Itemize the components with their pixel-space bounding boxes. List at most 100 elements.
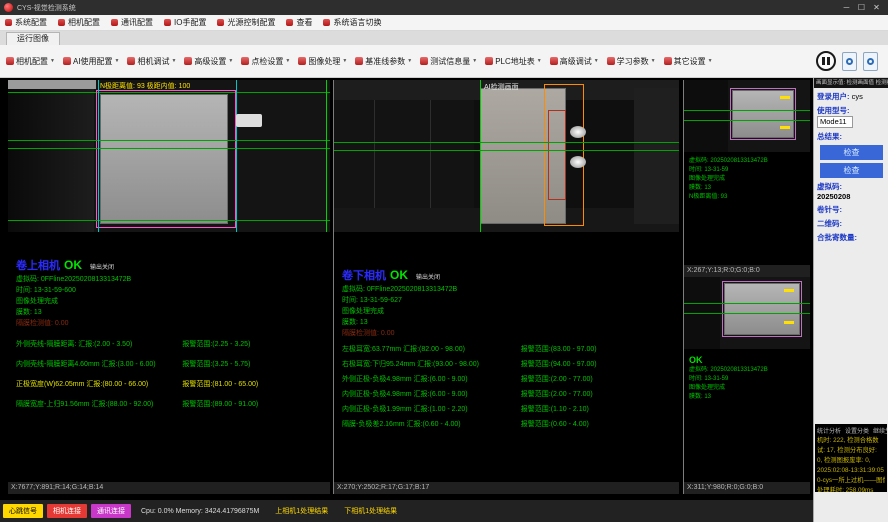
menu-item-io-config[interactable]: IO手配置 [164, 17, 206, 28]
measure-row: 内侧壳线-隔膜距离4.60mm 汇报:(3.00 - 6.00)报警范围:(3.… [16, 359, 324, 369]
chevron-down-icon: ▼ [708, 58, 713, 64]
stats-tab-continue[interactable]: 继续生产 [873, 426, 887, 435]
info-line: 图像处理完成 [689, 384, 808, 393]
guide-line-vertical [326, 80, 327, 232]
login-user-row: 登录用户: cys [814, 88, 888, 102]
close-button[interactable]: ✕ [869, 0, 884, 15]
tool-image-process[interactable]: 图像处理▼ [298, 56, 347, 67]
batch-count-row: 合批寄数量: [814, 229, 888, 243]
camera-image-small-top[interactable] [684, 80, 810, 152]
machine-bright-band [8, 80, 96, 89]
tool-ai-config[interactable]: AI使用配置▼ [63, 56, 120, 67]
window-title: CYS-视觉检测系统 [17, 3, 839, 13]
camera-toggle-button-2[interactable] [863, 52, 878, 71]
alarm-range: 报警范围:(83.00 - 97.00) [521, 344, 673, 354]
camera-lens-icon [867, 58, 874, 65]
needle-no-label: 卷针号: [817, 205, 842, 214]
tab-run-image[interactable]: 运行图像 [6, 32, 60, 45]
virtual-code-value: 20250208 [817, 192, 850, 201]
result-text-small-top: 虚拟码: 2025020813313472B 时间: 13-31-59 图像处理… [684, 152, 810, 265]
status-bar: 心跳信号 相机连接 通讯连接 Cpu: 0.0% Memory: 3424.41… [0, 500, 813, 522]
pause-icon [827, 57, 830, 65]
machine-block-right [634, 88, 679, 224]
menu-icon [58, 19, 65, 26]
stats-tab-category[interactable]: 设置分类 [845, 426, 869, 435]
tool-camera-config[interactable]: 相机配置▼ [6, 56, 55, 67]
camera-image-middle[interactable]: AI检测画面 [334, 80, 679, 232]
tool-label: 测试信息量 [430, 56, 470, 67]
output-state-label: 输出关闭 [90, 265, 114, 271]
alarm-range: 报警范围:(89.00 - 91.00) [182, 399, 324, 409]
tool-icon [485, 57, 493, 65]
tool-other-settings[interactable]: 其它设置▼ [664, 56, 713, 67]
total-result-row: 总结果: [814, 128, 888, 142]
tool-label: 基准线参数 [365, 56, 405, 67]
menu-item-view[interactable]: 查看 [286, 17, 312, 28]
tool-label: PLC地址表 [495, 56, 535, 67]
tool-label: AI使用配置 [73, 56, 113, 67]
alarm-range: 报警范围:(1.10 - 2.10) [521, 404, 673, 414]
chevron-down-icon: ▼ [407, 58, 412, 64]
menu-item-comm-config[interactable]: 通讯配置 [111, 17, 153, 28]
chevron-down-icon: ▼ [228, 58, 233, 64]
alarm-range: 报警范围:(2.25 - 3.25) [182, 339, 324, 349]
machine-seam [374, 100, 375, 208]
login-user-value: cys [852, 92, 863, 101]
menu-item-system-config[interactable]: 系统配置 [5, 17, 47, 28]
tool-spot-check[interactable]: 点检设置▼ [241, 56, 290, 67]
tool-camera-debug[interactable]: 相机调试▼ [127, 56, 176, 67]
minimize-button[interactable]: ─ [839, 0, 854, 15]
chevron-down-icon: ▼ [171, 58, 176, 64]
heartbeat-status-badge: 心跳信号 [3, 504, 43, 518]
result-box-2[interactable]: 检查 [820, 163, 883, 178]
result-ok-badge: OK [390, 268, 408, 282]
menu-icon [217, 19, 224, 26]
menu-item-light-config[interactable]: 光源控制配置 [217, 17, 275, 28]
camera-image-left[interactable]: N极距离值: 93 极距内值: 100 [8, 80, 330, 232]
tool-label: 其它设置 [674, 56, 706, 67]
right-camera-column: 虚拟码: 2025020813313472B 时间: 13-31-59 图像处理… [683, 80, 810, 494]
menu-icon [286, 19, 293, 26]
camera-toggle-button-1[interactable] [842, 52, 857, 71]
chevron-down-icon: ▼ [342, 58, 347, 64]
tool-plc-address[interactable]: PLC地址表▼ [485, 56, 542, 67]
tool-label: 点检设置 [251, 56, 283, 67]
time-line: 时间: 13-31-59-627 [342, 295, 673, 306]
alarm-range: 报警范围:(0.60 - 4.00) [521, 419, 673, 429]
tool-test-info[interactable]: 测试信息量▼ [420, 56, 477, 67]
camera-title: 卷下相机 [342, 270, 386, 282]
measure-value: 右极耳宽:下归95.24mm 汇报:(93.00 - 98.00) [342, 359, 521, 369]
guide-line [684, 313, 810, 314]
maximize-button[interactable]: ☐ [854, 0, 869, 15]
login-user-label: 登录用户: [817, 92, 850, 101]
result-box-1[interactable]: 检查 [820, 145, 883, 160]
model-select[interactable]: Mode11 [817, 116, 853, 128]
measure-value: 内侧壳线-隔膜距离4.60mm 汇报:(3.00 - 6.00) [16, 359, 182, 369]
virtual-code-line: 虚拟码: 0FFline2025020813313472B [342, 284, 673, 295]
tool-learn-params[interactable]: 学习参数▼ [607, 56, 656, 67]
machine-column [684, 80, 728, 152]
lower-camera-result-text: 下相机1处理结果 [344, 506, 397, 516]
menu-item-camera-config[interactable]: 相机配置 [58, 17, 100, 28]
pause-button[interactable] [816, 51, 836, 71]
time-line: 时间: 13-31-59-600 [16, 285, 324, 296]
model-label: 使用型号: [817, 106, 850, 115]
connector-part [236, 114, 262, 127]
virtual-code-label: 虚拟码: [817, 182, 842, 191]
chevron-down-icon: ▼ [50, 58, 55, 64]
info-line: 膜数: 13 [689, 184, 808, 193]
menu-item-language-switch[interactable]: 系统语言切换 [323, 17, 381, 28]
alarm-range: 报警范围:(2.00 - 77.00) [521, 374, 673, 384]
camera-image-small-bottom[interactable] [684, 277, 810, 349]
measure-value: 隔膜宽度-上归91.56mm 汇报:(88.00 - 92.00) [16, 399, 182, 409]
tool-advanced-settings[interactable]: 高级设置▼ [184, 56, 233, 67]
ai-view-label: AI检测画面 [484, 82, 519, 92]
stats-tab-analysis[interactable]: 统计分析 [817, 426, 841, 435]
bright-spot [570, 156, 586, 168]
stats-line: 机时: 222, 检测合格数 [817, 436, 885, 446]
tool-baseline-params[interactable]: 基准线参数▼ [355, 56, 412, 67]
result-ok-badge: OK [64, 258, 82, 272]
tool-advanced-debug[interactable]: 高级调试▼ [550, 56, 599, 67]
alarm-range: 报警范围:(94.00 - 97.00) [521, 359, 673, 369]
measure-value: 左极耳宽:63.77mm 汇报:(82.00 - 98.00) [342, 344, 521, 354]
